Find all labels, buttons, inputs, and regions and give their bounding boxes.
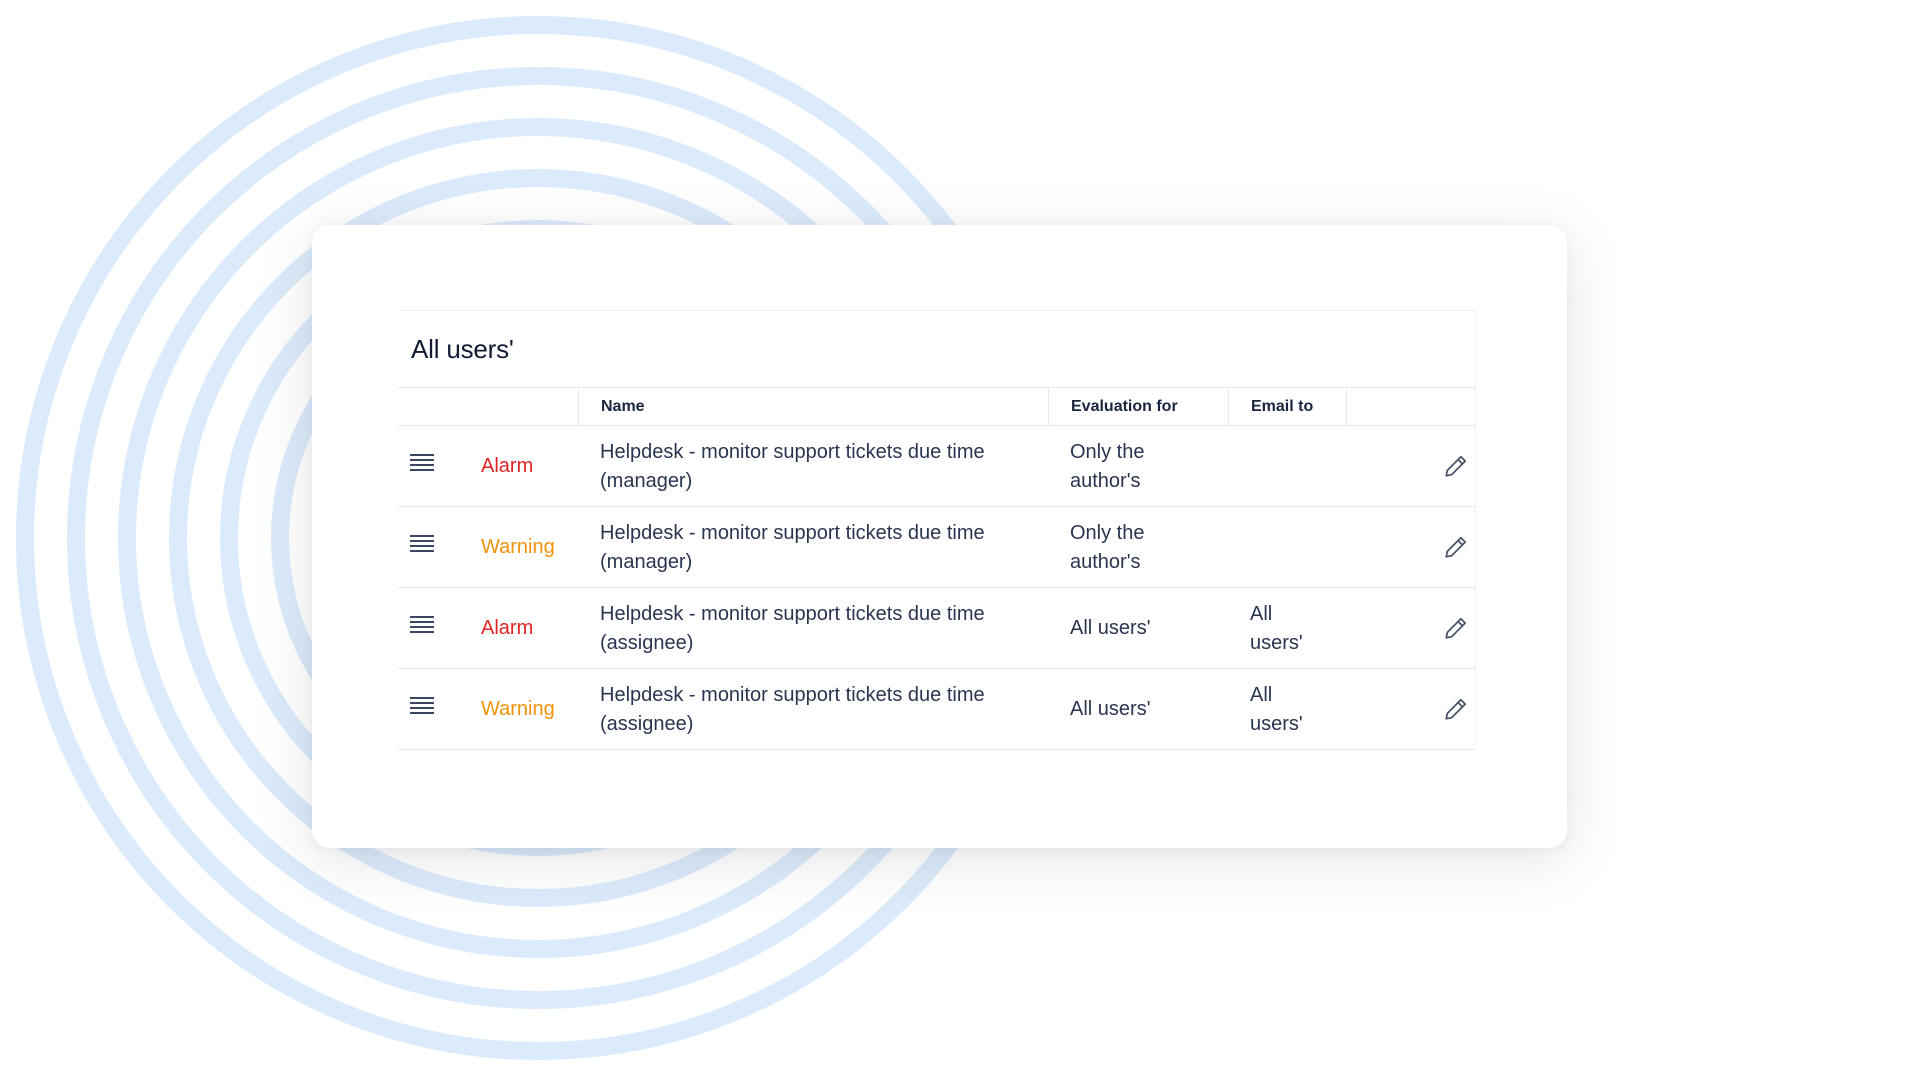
table-row: Alarm Helpdesk - monitor support tickets… bbox=[398, 588, 1476, 669]
email-to: All users' bbox=[1250, 683, 1303, 735]
column-header-evaluation[interactable]: Evaluation for bbox=[1048, 388, 1228, 425]
pencil-icon[interactable] bbox=[1443, 453, 1469, 479]
monitor-name: Helpdesk - monitor support tickets due t… bbox=[600, 602, 985, 654]
page-background: All users' Name Evaluation for Email to … bbox=[0, 0, 1920, 1076]
email-to: All users' bbox=[1250, 602, 1303, 654]
monitor-name: Helpdesk - monitor support tickets due t… bbox=[600, 440, 985, 492]
column-header-name[interactable]: Name bbox=[578, 388, 1048, 425]
table-header-row: Name Evaluation for Email to bbox=[398, 387, 1476, 426]
pencil-icon[interactable] bbox=[1443, 696, 1469, 722]
email-to bbox=[1250, 507, 1320, 588]
evaluation-for: All users' bbox=[1070, 617, 1151, 639]
level-badge: Alarm bbox=[481, 617, 534, 639]
level-badge: Warning bbox=[481, 536, 555, 558]
level-badge: Alarm bbox=[481, 455, 534, 477]
pencil-icon[interactable] bbox=[1443, 534, 1469, 560]
evaluation-for: All users' bbox=[1070, 698, 1151, 720]
column-header-email[interactable]: Email to bbox=[1228, 388, 1346, 425]
column-header-actions bbox=[1346, 388, 1476, 425]
hamburger-drag-icon[interactable] bbox=[410, 616, 436, 638]
evaluation-for: Only the author's bbox=[1070, 440, 1145, 492]
monitor-card: All users' Name Evaluation for Email to … bbox=[312, 225, 1567, 848]
panel-title: All users' bbox=[411, 334, 514, 364]
monitor-name: Helpdesk - monitor support tickets due t… bbox=[600, 521, 985, 573]
email-to bbox=[1250, 426, 1320, 507]
pencil-icon[interactable] bbox=[1443, 615, 1469, 641]
hamburger-drag-icon[interactable] bbox=[410, 535, 436, 557]
table-row: Alarm Helpdesk - monitor support tickets… bbox=[398, 426, 1476, 507]
monitors-table-panel: All users' Name Evaluation for Email to … bbox=[398, 310, 1476, 750]
table-row: Warning Helpdesk - monitor support ticke… bbox=[398, 507, 1476, 588]
hamburger-drag-icon[interactable] bbox=[410, 454, 436, 476]
evaluation-for: Only the author's bbox=[1070, 521, 1145, 573]
table-row: Warning Helpdesk - monitor support ticke… bbox=[398, 669, 1476, 750]
level-badge: Warning bbox=[481, 698, 555, 720]
monitor-name: Helpdesk - monitor support tickets due t… bbox=[600, 683, 985, 735]
hamburger-drag-icon[interactable] bbox=[410, 697, 436, 719]
